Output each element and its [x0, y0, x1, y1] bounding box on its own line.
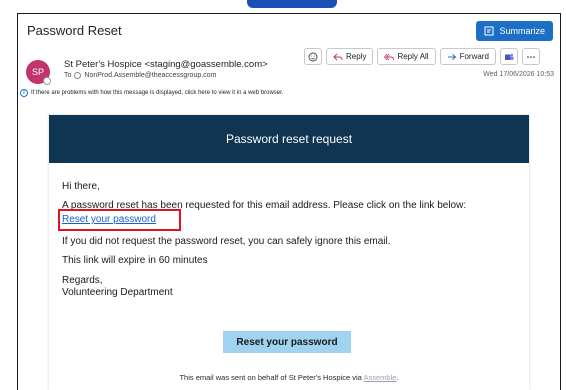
reply-icon: [333, 53, 343, 60]
recipient-status-icon: [74, 72, 82, 79]
email-subject: Password Reset: [27, 23, 122, 38]
info-bar[interactable]: i If there are problems with how this me…: [20, 89, 283, 97]
presence-icon: [43, 77, 51, 85]
ellipsis-icon: [527, 55, 535, 58]
recipient-line: To NonProd.Assemble@theaccessgroup.com: [64, 72, 216, 79]
sign-off: Regards,: [62, 275, 103, 286]
assemble-link[interactable]: Assemble: [364, 373, 397, 382]
email-footer: This email was sent on behalf of St Pete…: [49, 373, 529, 382]
reply-all-label: Reply All: [397, 52, 429, 61]
summarize-button[interactable]: Summarize: [476, 21, 553, 41]
ignore-note: If you did not request the password rese…: [62, 236, 391, 247]
info-icon: i: [20, 89, 28, 97]
reset-password-button[interactable]: Reset your password: [223, 331, 351, 353]
summarize-icon: [484, 26, 494, 36]
greeting: Hi there,: [62, 181, 100, 192]
forward-label: Forward: [459, 52, 489, 61]
emoji-button[interactable]: [304, 48, 322, 65]
teams-icon: [504, 53, 514, 60]
message-actions: Reply Reply All Forward: [304, 48, 540, 65]
to-label: To: [64, 72, 72, 79]
email-window: Password Reset Summarize SP St Peter's H…: [17, 13, 561, 390]
expiry-text: This link will expire in 60 minutes: [62, 255, 208, 266]
smiley-icon: [308, 52, 318, 61]
department-name: Volunteering Department: [62, 287, 173, 298]
sender-name[interactable]: St Peter's Hospice <staging@goassemble.c…: [64, 59, 268, 70]
reply-all-icon: [384, 53, 395, 60]
reply-all-button[interactable]: Reply All: [377, 48, 436, 65]
banner-title: Password reset request: [225, 132, 353, 146]
top-decoration: [247, 0, 337, 8]
forward-button[interactable]: Forward: [439, 48, 496, 65]
footer-end: .: [396, 373, 399, 382]
footer-text: This email was sent on behalf of St Pete…: [179, 373, 362, 382]
info-text: If there are problems with how this mess…: [31, 90, 284, 96]
more-actions-button[interactable]: [521, 48, 540, 65]
reset-password-link[interactable]: Reset your password: [62, 214, 156, 225]
received-date: Wed 17/06/2026 10:53: [483, 71, 554, 78]
recipient-address[interactable]: NonProd.Assemble@theaccessgroup.com: [84, 72, 216, 79]
summarize-label: Summarize: [499, 26, 545, 36]
forward-icon: [447, 53, 456, 60]
email-body-card: Password reset request Hi there, A passw…: [49, 115, 529, 390]
email-banner: Password reset request: [49, 115, 529, 163]
teams-button[interactable]: [499, 48, 518, 65]
reply-label: Reply: [346, 52, 367, 61]
reply-button[interactable]: Reply: [326, 48, 374, 65]
reset-password-button-label: Reset your password: [236, 336, 338, 348]
